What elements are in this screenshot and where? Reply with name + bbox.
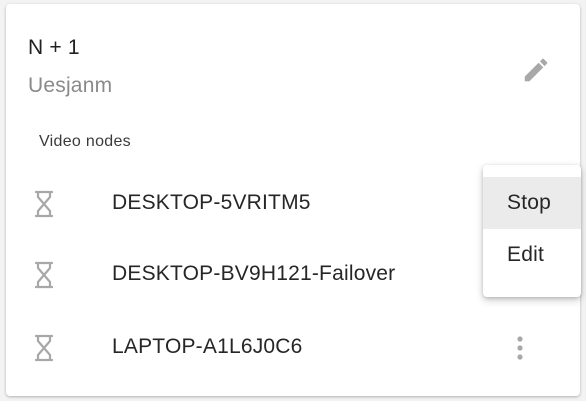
node-name: DESKTOP-5VRITM5 — [112, 191, 311, 214]
context-menu: Stop Edit — [483, 165, 581, 297]
pencil-icon — [524, 58, 548, 82]
node-name: DESKTOP-BV9H121-Failover — [112, 262, 396, 285]
hourglass-icon — [34, 190, 54, 218]
menu-item-edit[interactable]: Edit — [483, 229, 581, 281]
node-name: LAPTOP-A1L6J0C6 — [112, 335, 303, 358]
hourglass-icon — [34, 334, 54, 362]
menu-item-stop[interactable]: Stop — [483, 177, 581, 229]
list-item[interactable]: LAPTOP-A1L6J0C6 — [6, 318, 580, 378]
card-title: N + 1 — [28, 36, 80, 59]
card-subtitle: Uesjanm — [28, 74, 113, 97]
hourglass-icon — [34, 261, 54, 289]
video-nodes-label: Video nodes — [39, 133, 131, 150]
more-vert-icon — [517, 336, 523, 360]
edit-button[interactable] — [514, 48, 558, 92]
more-options-button[interactable] — [500, 326, 540, 370]
